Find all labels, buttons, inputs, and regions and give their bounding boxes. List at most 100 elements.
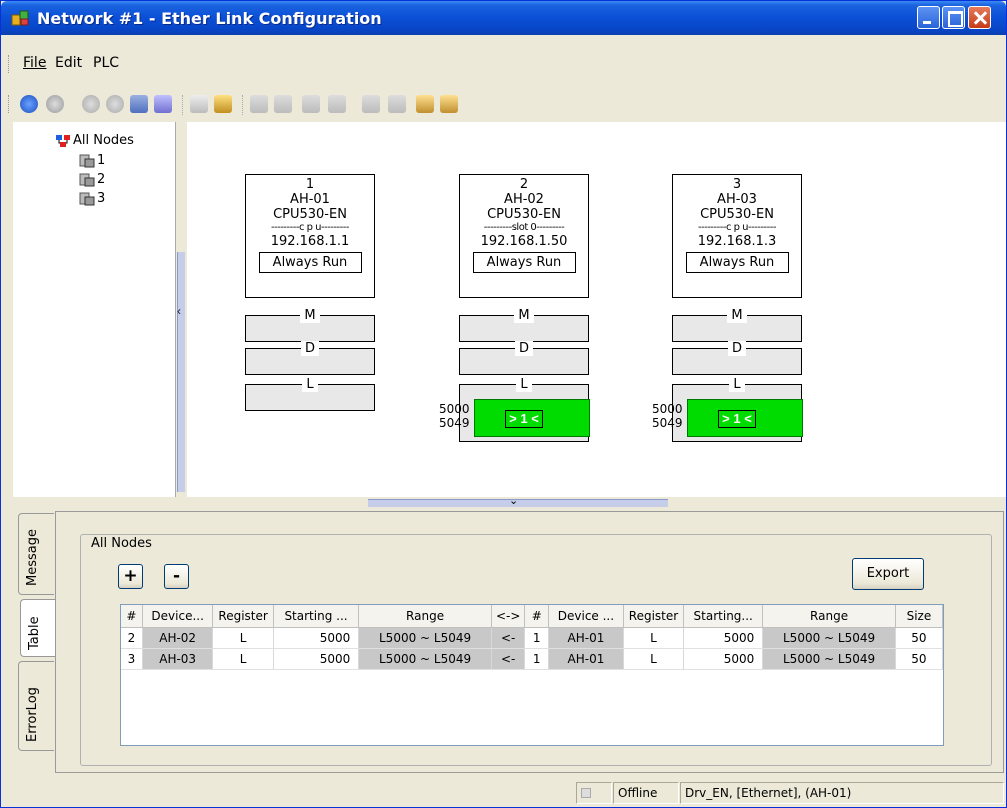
node-card[interactable]: 3 AH-03 CPU530-EN ---------c p u--------… [672,174,802,298]
cell-starting[interactable]: 5000 [683,627,764,649]
cell-size[interactable]: 50 [895,627,944,649]
col-header[interactable]: Register [623,605,685,628]
cell-range: L5000 ~ L5049 [762,627,896,649]
cell-starting[interactable]: 5000 [273,627,360,649]
collapse-down-icon[interactable]: ⌄ [509,494,518,507]
export-button[interactable]: Export [852,558,924,590]
cell-direction[interactable]: <- [491,627,526,649]
table-header-row: # Device... Register Starting ... Range … [121,605,944,628]
link-block[interactable]: > 1 < [474,399,590,437]
cell-size[interactable]: 50 [895,648,944,670]
memory-area-d[interactable]: D [672,341,802,375]
col-header[interactable]: Device... [142,605,214,628]
distribute-icon[interactable] [328,95,346,113]
link-label: > 1 < [718,410,756,428]
col-header[interactable]: Register [212,605,274,628]
cell-register[interactable]: L [212,627,274,649]
remove-row-button[interactable]: - [164,564,189,589]
cell-device[interactable]: AH-02 [142,627,214,649]
memory-area-d[interactable]: D [459,341,589,375]
node-mode[interactable]: Always Run [472,252,576,273]
maximize-button[interactable] [942,6,965,29]
col-header[interactable]: Range [358,605,492,628]
memory-area-m[interactable]: M [672,308,802,342]
import-icon[interactable] [416,95,434,113]
menu-file[interactable]: File [23,55,46,71]
col-header[interactable]: Starting... [683,605,764,628]
network-canvas[interactable]: 1 AH-01 CPU530-EN ---------c p u--------… [187,122,1006,497]
memory-area-m[interactable]: M [245,308,375,342]
tree-root-all-nodes[interactable]: All Nodes [55,133,134,148]
upload-icon[interactable] [82,95,100,113]
offline-icon[interactable] [46,95,64,113]
menu-plc[interactable]: PLC [93,55,119,71]
align-center-icon[interactable] [274,95,292,113]
cell-range: L5000 ~ L5049 [762,648,896,670]
col-header[interactable]: # [121,605,143,628]
node-slot-label: ---------slot 0--------- [483,222,565,233]
cell-register[interactable]: L [212,648,274,670]
col-header[interactable]: Starting ... [273,605,360,628]
col-header[interactable]: <-> [491,605,526,628]
network-icon [56,134,70,147]
memory-area-d[interactable]: D [245,341,375,375]
memory-area-m[interactable]: M [459,308,589,342]
col-header[interactable]: Device ... [548,605,624,628]
table-row[interactable]: 3 AH-03 L 5000 L5000 ~ L5049 <- 1 AH-01 … [121,648,944,670]
cell-device[interactable]: AH-03 [142,648,214,670]
cell-starting[interactable]: 5000 [683,648,764,670]
title-bar[interactable]: Network #1 - Ether Link Configuration [1,1,1006,35]
col-header[interactable]: Range [762,605,896,628]
monitor-icon[interactable] [130,95,148,113]
align-right-icon[interactable] [302,95,320,113]
tree-node-2[interactable]: 2 [79,172,105,187]
download-icon[interactable] [106,95,124,113]
add-row-button[interactable]: + [118,564,143,589]
tab-errorlog[interactable]: ErrorLog [18,661,54,751]
tree-node-1[interactable]: 1 [79,153,105,168]
area-label: D [727,341,746,356]
cell-device[interactable]: AH-01 [548,648,624,670]
tab-table[interactable]: Table [20,599,56,657]
tree-node-3[interactable]: 3 [79,191,105,206]
minimize-button[interactable] [917,6,940,29]
tab-message[interactable]: Message [18,513,54,595]
node-tree: All Nodes 1 2 3 [13,122,176,497]
node-slot-label: ---------c p u--------- [271,222,350,233]
table-row[interactable]: 2 AH-02 L 5000 L5000 ~ L5049 <- 1 AH-01 … [121,627,944,649]
link-table[interactable]: # Device... Register Starting ... Range … [120,604,944,746]
link-end: 5049 [439,416,470,430]
cell-register[interactable]: L [623,648,685,670]
cell-register[interactable]: L [623,627,685,649]
node-number: 1 [305,177,315,192]
paste-icon[interactable] [388,95,406,113]
cell-direction[interactable]: <- [491,648,526,670]
undo-icon[interactable] [190,95,208,113]
online-icon[interactable] [20,95,38,113]
menu-edit[interactable]: Edit [55,55,82,71]
col-header[interactable]: # [524,605,549,628]
cell-device[interactable]: AH-01 [548,627,624,649]
col-header[interactable]: Size [895,605,944,628]
close-button[interactable] [968,6,991,29]
node-mode[interactable]: Always Run [685,252,789,273]
node-card[interactable]: 2 AH-02 CPU530-EN ---------slot 0-------… [459,174,589,298]
scan-icon[interactable] [154,95,172,113]
node-mode[interactable]: Always Run [258,252,362,273]
memory-area-l[interactable]: L [245,377,375,411]
node-ip: 192.168.1.1 [270,234,350,249]
node-cpu: CPU530-EN [487,207,561,222]
cell-starting[interactable]: 5000 [273,648,360,670]
link-block[interactable]: > 1 < [687,399,803,437]
horizontal-splitter[interactable]: ⌄ [2,494,1005,509]
align-left-icon[interactable] [250,95,268,113]
tab-label: Table [27,616,42,650]
export-icon[interactable] [440,95,458,113]
wand-icon[interactable] [214,95,232,113]
node-card[interactable]: 1 AH-01 CPU530-EN ---------c p u--------… [245,174,375,298]
tab-label: ErrorLog [25,687,40,742]
splitter-grip[interactable] [177,252,185,492]
vertical-splitter[interactable]: ‹ [176,122,187,497]
collapse-left-icon[interactable]: ‹ [177,304,181,318]
copy-icon[interactable] [362,95,380,113]
